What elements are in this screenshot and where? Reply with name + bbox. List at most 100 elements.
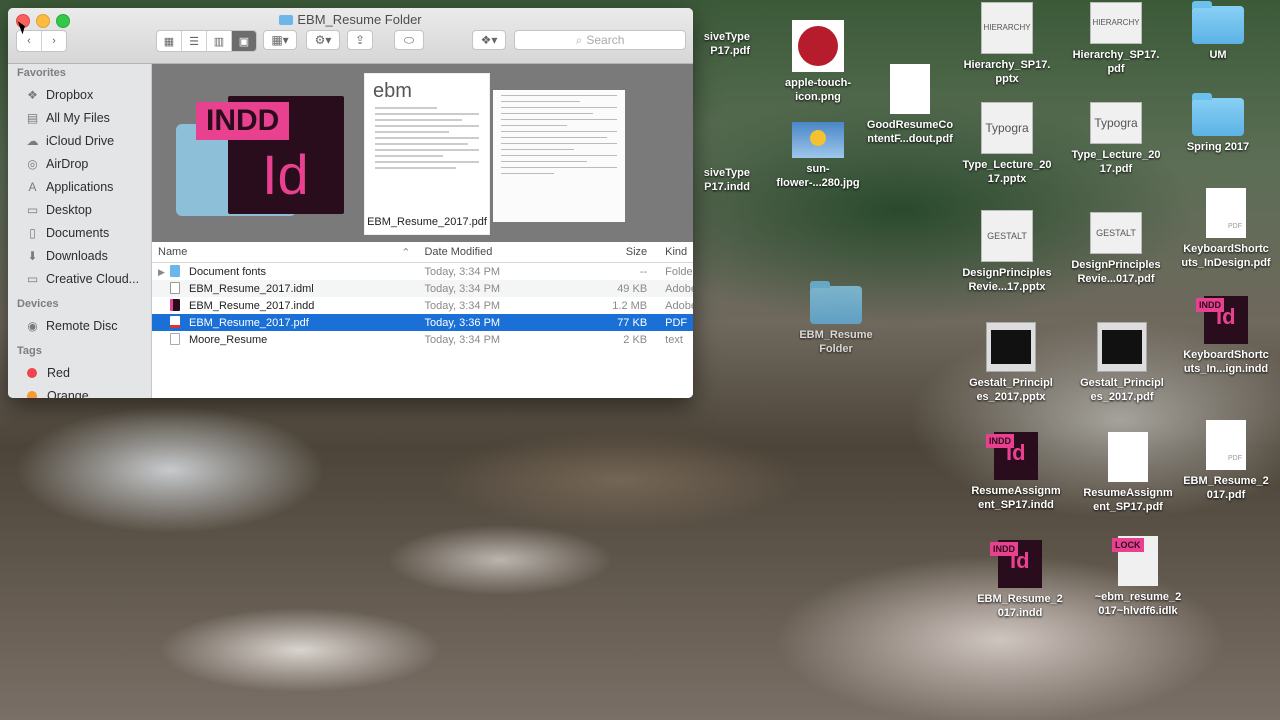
desktop-file-good-resume[interactable]: GoodResumeCo ntentF...dout.pdf	[856, 64, 964, 146]
file-size: 2 KB	[623, 333, 648, 346]
pdf-file-icon	[170, 316, 180, 328]
desktop-file-keyboard-shortcuts-pdf[interactable]: KeyboardShortc uts_InDesign.pdf	[1172, 188, 1280, 270]
desktop-file-design-principles-pptx[interactable]: GESTALT DesignPrinciples Revie...17.pptx	[953, 210, 1061, 294]
document-icon	[890, 64, 930, 114]
column-header-size[interactable]: Size	[586, 246, 654, 258]
share-button[interactable]: ⇪	[347, 30, 373, 50]
file-label: Gestalt_Principl es_2017.pptx	[969, 377, 1053, 403]
cover-indd-icon[interactable]: INDD Id	[196, 96, 344, 214]
desktop-icon: ▭	[26, 202, 39, 217]
sidebar-item-desktop[interactable]: ▭ Desktop	[8, 198, 151, 221]
file-label: Hierarchy_SP17. pptx	[963, 59, 1051, 85]
desktop-file-design-principles-pdf[interactable]: GESTALT DesignPrinciples Revie...017.pdf	[1062, 212, 1170, 286]
red-tag-icon	[27, 367, 37, 378]
sidebar-item-icloud-drive[interactable]: ☁ iCloud Drive	[8, 129, 151, 152]
file-name: EBM_Resume_2017.indd	[189, 300, 315, 312]
sidebar-item-remote-disc[interactable]: ◉ Remote Disc	[8, 314, 151, 337]
file-label: apple-touch- icon.png	[785, 77, 851, 103]
table-row[interactable]: EBM_Resume_2017.indd Today, 3:34 PM 1.2 …	[152, 297, 693, 314]
search-field[interactable]: ⌕ Search	[514, 30, 686, 50]
desktop-file-resume-assignment-indd[interactable]: INDD Id ResumeAssignm ent_SP17.indd	[962, 432, 1070, 512]
column-label: Name	[158, 246, 188, 258]
desktop-file-type-lecture-pptx[interactable]: Typogra Type_Lecture_20 17.pptx	[953, 102, 1061, 186]
id-letters: Id	[1010, 548, 1030, 573]
doc-header: ebm	[373, 80, 412, 102]
sidebar-item-label: Applications	[46, 179, 114, 194]
sidebar-header-devices: Devices	[17, 298, 59, 310]
edit-tags-button[interactable]: ⬭	[394, 30, 424, 50]
file-label: Hierarchy_SP17. pdf	[1072, 49, 1160, 75]
orange-tag-icon	[27, 390, 37, 398]
column-header-date[interactable]: Date Modified	[416, 246, 585, 258]
desktop-file-keyboard-shortcuts-indd[interactable]: INDD Id KeyboardShortc uts_In...ign.indd	[1172, 296, 1280, 376]
file-name: EBM_Resume_2017.idml	[189, 283, 314, 295]
table-row[interactable]: Moore_Resume Today, 3:34 PM 2 KB text	[152, 331, 693, 348]
sort-arrow-icon: ⌃	[401, 247, 411, 259]
cover-pdf-preview[interactable]: ebm EBM_Resume_2017.pdf	[365, 74, 489, 234]
desktop-file-gestalt-pptx[interactable]: Gestalt_Principl es_2017.pptx	[957, 322, 1065, 404]
cover-flow-button[interactable]: ▣	[232, 31, 256, 51]
sidebar-item-label: Orange	[47, 388, 89, 399]
desktop-file-ebm-resume-pdf[interactable]: EBM_Resume_2 017.pdf	[1172, 420, 1280, 502]
disc-icon: ◉	[27, 318, 38, 333]
sidebar-item-tag-red[interactable]: Red	[8, 361, 151, 384]
desktop-folder-spring-2017[interactable]: Spring 2017	[1164, 93, 1272, 154]
file-name: Moore_Resume	[189, 334, 268, 346]
lock-file-icon: LOCK	[1112, 536, 1158, 586]
university-logo-icon	[792, 20, 844, 72]
sidebar-item-downloads[interactable]: ⬇ Downloads	[8, 244, 151, 267]
desktop-file-lock[interactable]: LOCK ~ebm_resume_2 017~hlvdf6.idlk	[1084, 536, 1192, 618]
slide-thumbnail-icon	[986, 322, 1036, 372]
cloud-icon: ☁	[26, 133, 39, 148]
sidebar-item-tag-orange[interactable]: Orange	[8, 384, 151, 398]
sidebar-item-documents[interactable]: ▯ Documents	[8, 221, 151, 244]
folder-icon	[170, 265, 180, 277]
desktop-file-resume-assignment-pdf[interactable]: ResumeAssignm ent_SP17.pdf	[1074, 432, 1182, 514]
table-row[interactable]: ▶ Document fonts Today, 3:34 PM -- Folder	[152, 263, 693, 280]
arrange-button[interactable]: ▦▾	[263, 30, 297, 50]
back-button[interactable]: ‹	[17, 31, 42, 51]
applications-icon: A	[28, 179, 37, 194]
desktop-folder-um[interactable]: UM	[1164, 1, 1272, 62]
documents-icon: ▯	[29, 225, 36, 240]
file-kind: Folder	[665, 265, 693, 278]
pdf-icon	[1206, 420, 1246, 470]
action-gear-button[interactable]: ⚙▾	[306, 30, 340, 50]
sidebar-item-creative-cloud[interactable]: ▭ Creative Cloud...	[8, 267, 151, 290]
desktop-file-gestalt-pdf[interactable]: Gestalt_Principl es_2017.pdf	[1068, 322, 1176, 404]
sidebar-item-dropbox[interactable]: ❖ Dropbox	[8, 83, 151, 106]
slide-thumbnail-icon: Typogra	[1090, 102, 1142, 144]
desktop-file-hierarchy-pdf[interactable]: HIERARCHY Hierarchy_SP17. pdf	[1062, 2, 1170, 76]
folder-label: Spring 2017	[1186, 141, 1250, 153]
cover-text-preview[interactable]	[493, 90, 625, 222]
slide-thumbnail-icon: GESTALT	[1090, 212, 1142, 254]
text-file-icon	[170, 333, 180, 345]
dropbox-button[interactable]: ❖▾	[472, 30, 506, 50]
sidebar-item-airdrop[interactable]: ◎ AirDrop	[8, 152, 151, 175]
search-icon: ⌕	[575, 32, 583, 47]
sidebar-item-all-my-files[interactable]: ▤ All My Files	[8, 106, 151, 129]
desktop-file-type-lecture-pdf[interactable]: Typogra Type_Lecture_20 17.pdf	[1062, 102, 1170, 176]
table-row-selected[interactable]: EBM_Resume_2017.pdf Today, 3:36 PM 77 KB…	[152, 314, 693, 331]
column-header-name[interactable]: Name ⌃	[152, 246, 416, 259]
table-row[interactable]: EBM_Resume_2017.idml Today, 3:34 PM 49 K…	[152, 280, 693, 297]
sidebar-item-label: Documents	[46, 225, 110, 240]
list-view-button[interactable]: ☰	[182, 31, 207, 51]
sidebar-header-favorites: Favorites	[17, 67, 66, 79]
desktop-file-hierarchy-pptx[interactable]: HIERARCHY Hierarchy_SP17. pptx	[953, 2, 1061, 86]
apple-icon	[1102, 330, 1142, 364]
column-header-kind[interactable]: Kind	[653, 246, 693, 258]
file-date: Today, 3:34 PM	[424, 282, 501, 295]
sidebar-item-applications[interactable]: A Applications	[8, 175, 151, 198]
disclosure-triangle-icon[interactable]: ▶	[158, 267, 170, 278]
cover-flow[interactable]: INDD Id ebm EBM_Resume_2017.pdf	[152, 64, 693, 242]
forward-button[interactable]: ›	[42, 31, 66, 51]
finder-window: EBM_Resume Folder ‹ › ▦ ☰ ▥ ▣ ▦▾ ⚙▾ ⇪ ⬭ …	[8, 8, 693, 398]
airdrop-icon: ◎	[27, 156, 38, 171]
desktop-file-ebm-resume-indd[interactable]: INDD Id EBM_Resume_2 017.indd	[966, 540, 1074, 620]
icon-view-button[interactable]: ▦	[157, 31, 182, 51]
desktop-folder-ebm-resume[interactable]: EBM_Resume Folder	[782, 281, 890, 356]
column-view-button[interactable]: ▥	[207, 31, 232, 51]
sidebar-item-label: Remote Disc	[46, 318, 118, 333]
all-files-icon: ▤	[26, 110, 39, 125]
